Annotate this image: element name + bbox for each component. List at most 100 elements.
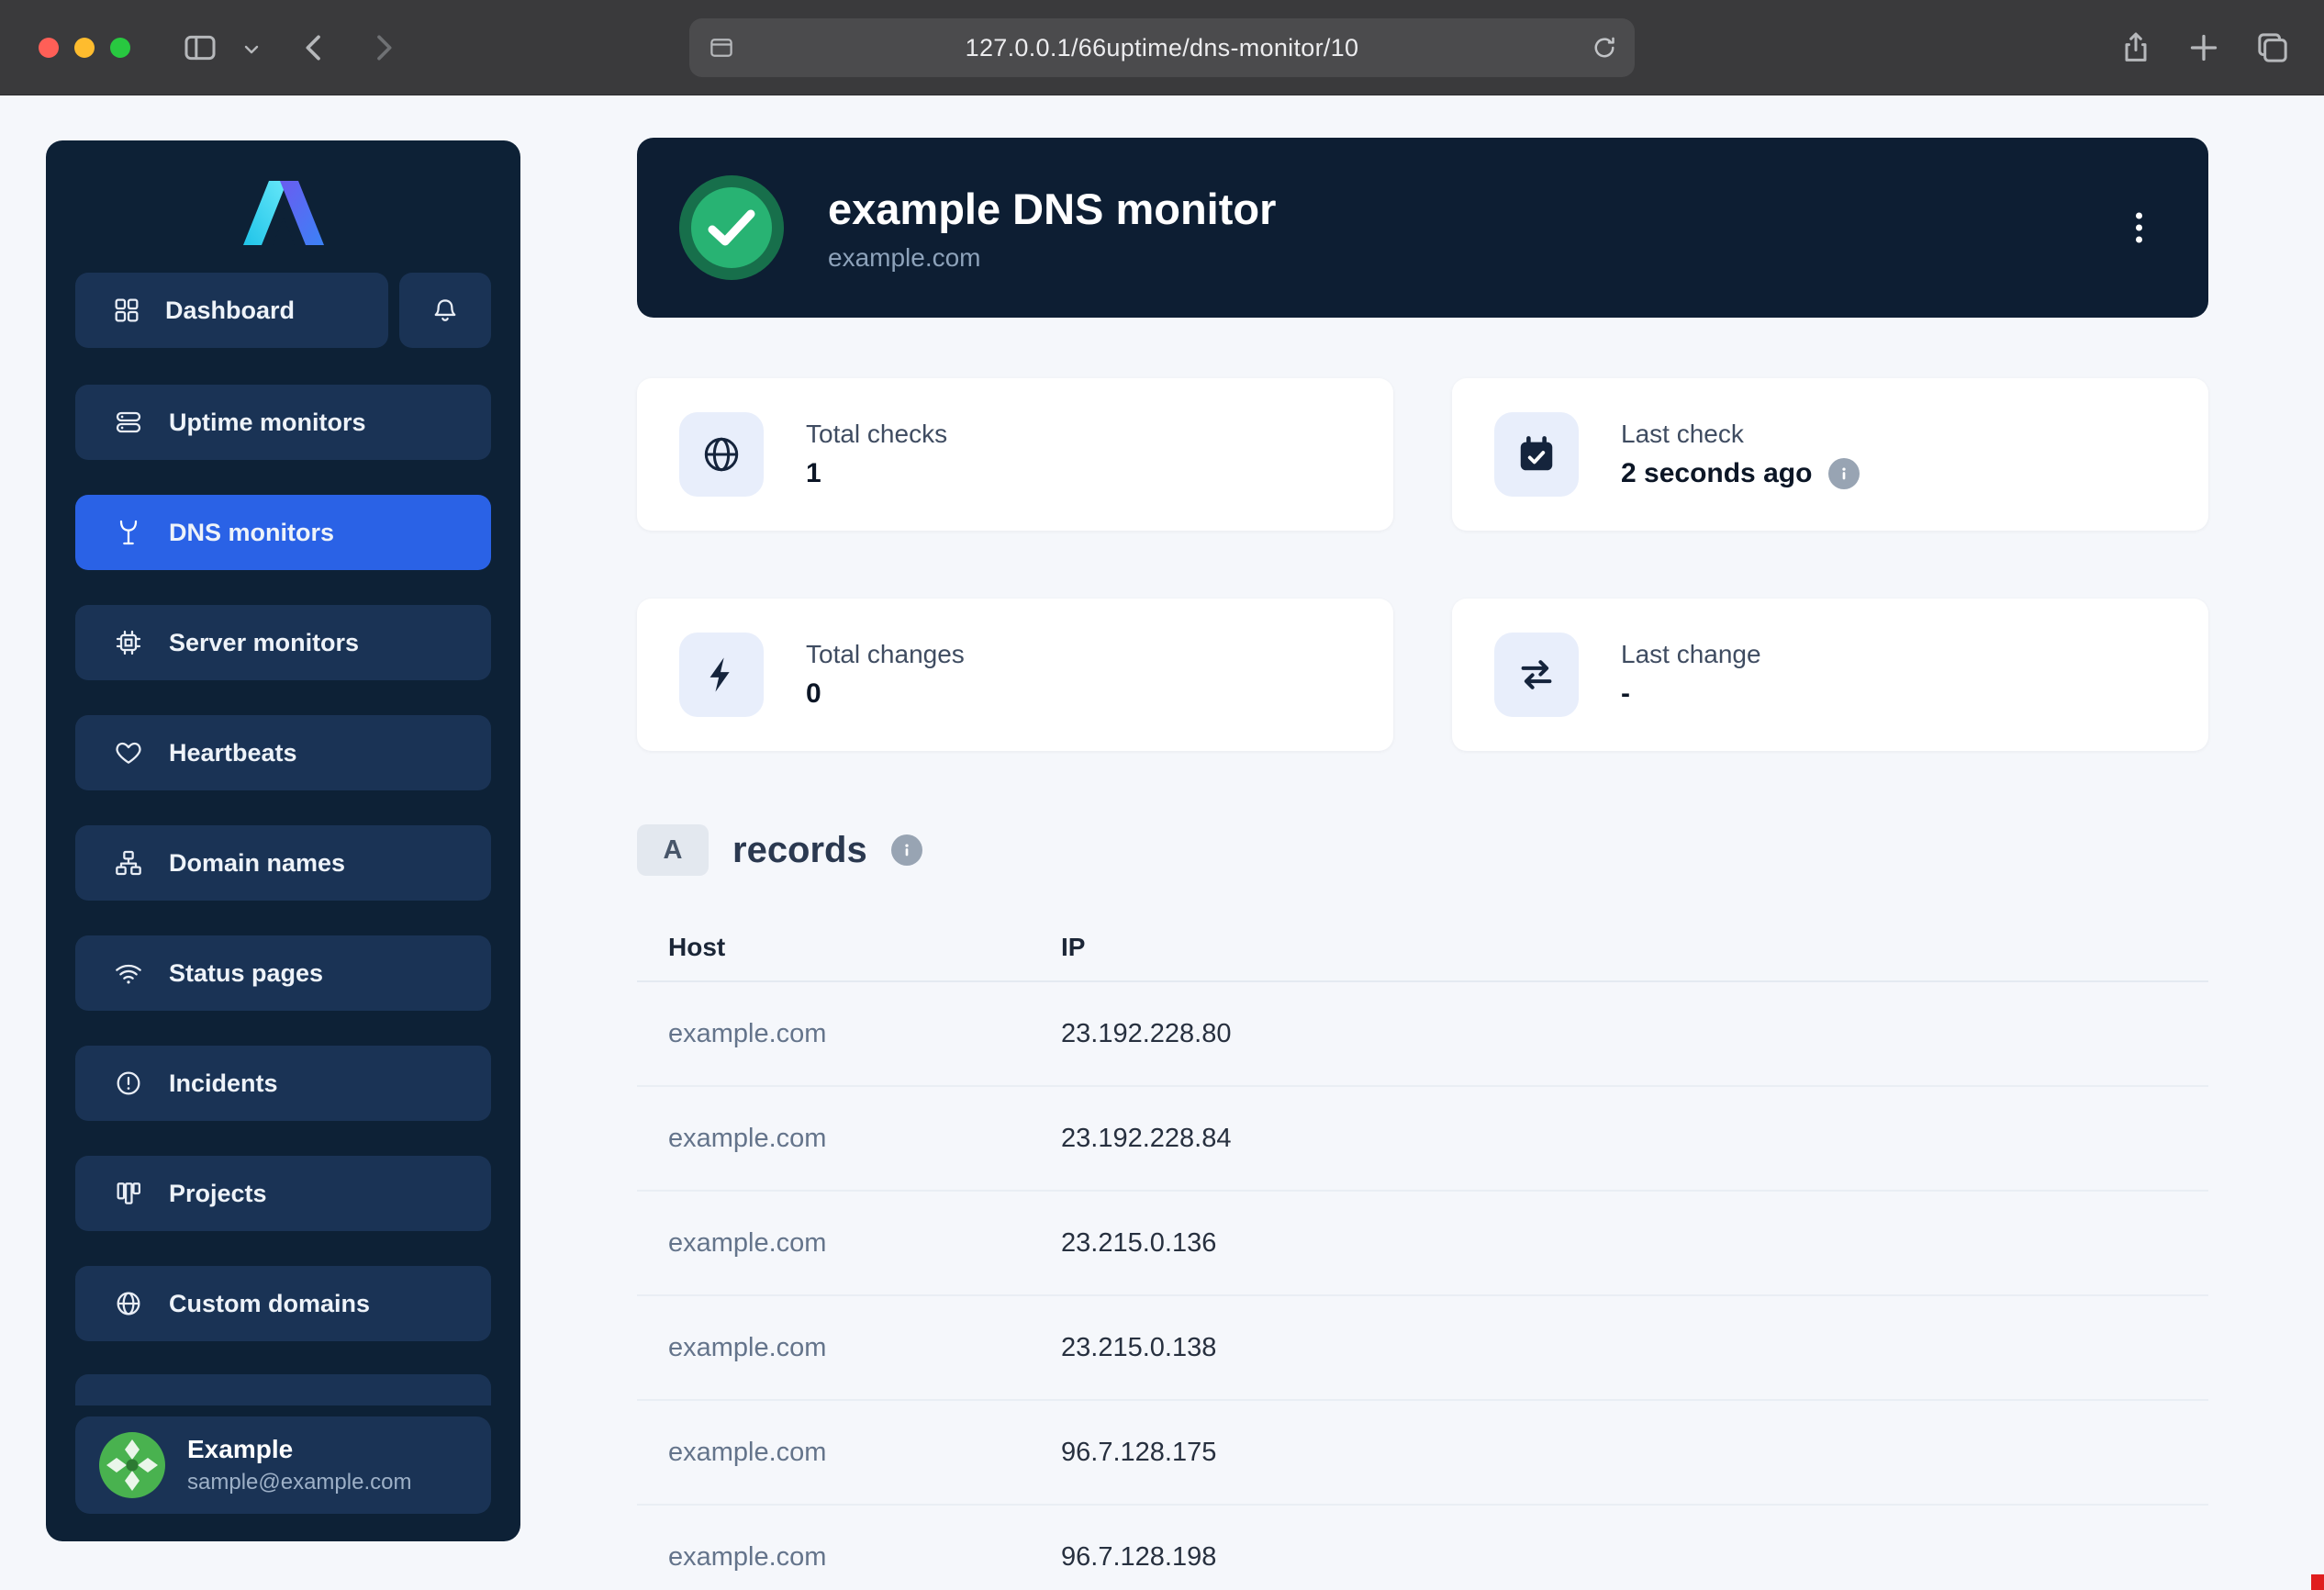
notifications-button[interactable]	[399, 273, 491, 348]
stat-label: Total changes	[806, 640, 965, 669]
sidebar-item-dns-monitors[interactable]: DNS monitors	[75, 495, 491, 570]
back-icon[interactable]	[296, 29, 332, 66]
zoom-button[interactable]	[110, 38, 130, 58]
user-card[interactable]: Example sample@example.com	[75, 1416, 491, 1514]
monitor-header-card: example DNS monitor example.com	[637, 138, 2208, 318]
sidebar-item-heartbeats[interactable]: Heartbeats	[75, 715, 491, 790]
user-email: sample@example.com	[187, 1470, 411, 1495]
kanban-icon	[114, 1179, 143, 1208]
globe-icon	[114, 1289, 143, 1318]
host-cell: example.com	[637, 1542, 1061, 1573]
share-icon[interactable]	[2117, 29, 2154, 66]
signal-icon	[114, 958, 143, 988]
sidebar-item-uptime-monitors[interactable]: Uptime monitors	[75, 385, 491, 460]
monitor-title-block: example DNS monitor example.com	[828, 184, 1276, 273]
cpu-icon	[114, 628, 143, 657]
url-text: 127.0.0.1/66uptime/dns-monitor/10	[966, 34, 1359, 62]
chevron-down-icon[interactable]	[240, 39, 263, 61]
forward-icon[interactable]	[365, 29, 402, 66]
stat-card-last-check: Last check 2 seconds ago	[1452, 378, 2208, 531]
stats-grid: Total checks 1 Last check 2 seconds ago	[637, 378, 2208, 751]
monitor-subtitle: example.com	[828, 243, 1276, 273]
sidebar-item-label: Heartbeats	[169, 739, 297, 767]
host-cell: example.com	[637, 1019, 1061, 1049]
close-button[interactable]	[39, 38, 59, 58]
sidebar-menu: Uptime monitors DNS monitors Server moni…	[75, 385, 491, 1341]
sidebar-item-server-monitors[interactable]: Server monitors	[75, 605, 491, 680]
reload-icon[interactable]	[1591, 34, 1618, 62]
sidebar-item-label: Uptime monitors	[169, 409, 366, 437]
heart-icon	[114, 738, 143, 767]
host-cell: example.com	[637, 1228, 1061, 1259]
sidebar-toggle-icon[interactable]	[182, 29, 218, 66]
records-header: A records	[637, 824, 922, 876]
table-row: example.com 23.215.0.136	[637, 1192, 2208, 1296]
info-icon[interactable]	[1828, 458, 1860, 489]
stat-card-total-checks: Total checks 1	[637, 378, 1393, 531]
monitor-title: example DNS monitor	[828, 184, 1276, 234]
records-title: records	[732, 830, 867, 871]
table-row: example.com 96.7.128.198	[637, 1506, 2208, 1590]
info-icon[interactable]	[891, 834, 922, 866]
sidebar: Dashboard Uptime monitors DNS monitors	[46, 140, 520, 1541]
record-type-badge: A	[637, 824, 709, 876]
sidebar-item-domain-names[interactable]: Domain names	[75, 825, 491, 901]
url-bar[interactable]: 127.0.0.1/66uptime/dns-monitor/10	[689, 18, 1635, 77]
minimize-button[interactable]	[74, 38, 95, 58]
sidebar-item-label: Custom domains	[169, 1290, 370, 1318]
sidebar-item-label: DNS monitors	[169, 519, 334, 547]
sidebar-item-label: Server monitors	[169, 629, 359, 657]
table-row: example.com 23.192.228.84	[637, 1087, 2208, 1192]
status-ok-icon	[676, 172, 788, 284]
alert-icon	[114, 1069, 143, 1098]
antenna-icon	[114, 518, 143, 547]
traffic-lights	[39, 38, 130, 58]
ip-cell: 23.192.228.84	[1061, 1124, 2208, 1154]
sidebar-item-label: Domain names	[169, 849, 345, 878]
bell-icon	[430, 296, 460, 325]
tab-overview-icon[interactable]	[2254, 29, 2291, 66]
stat-value: -	[1621, 678, 1761, 710]
column-header-ip: IP	[1061, 933, 2208, 962]
new-tab-icon[interactable]	[2185, 29, 2222, 66]
sidebar-item-projects[interactable]: Projects	[75, 1156, 491, 1231]
sidebar-item-label: Incidents	[169, 1069, 278, 1098]
calendar-check-icon	[1494, 412, 1579, 497]
stat-label: Last change	[1621, 640, 1761, 669]
stat-label: Total checks	[806, 420, 947, 449]
swap-arrows-icon	[1494, 633, 1579, 717]
stat-text: Last check 2 seconds ago	[1621, 420, 1860, 489]
sidebar-item-incidents[interactable]: Incidents	[75, 1046, 491, 1121]
stat-value: 1	[806, 458, 947, 489]
table-row: example.com 23.215.0.138	[637, 1296, 2208, 1401]
sidebar-item-custom-domains[interactable]: Custom domains	[75, 1266, 491, 1341]
dashboard-row: Dashboard	[75, 273, 491, 348]
stat-value: 0	[806, 678, 965, 710]
page-settings-icon[interactable]	[708, 34, 735, 62]
host-cell: example.com	[637, 1333, 1061, 1363]
globe-icon	[679, 412, 764, 497]
table-row: example.com 96.7.128.175	[637, 1401, 2208, 1506]
sitemap-icon	[114, 848, 143, 878]
bars-icon	[114, 408, 143, 437]
ip-cell: 23.215.0.138	[1061, 1333, 2208, 1363]
kebab-menu-button[interactable]	[2130, 202, 2148, 254]
bolt-icon	[679, 633, 764, 717]
sidebar-item-status-pages[interactable]: Status pages	[75, 935, 491, 1011]
grid-icon	[112, 296, 141, 325]
stat-text: Total changes 0	[806, 640, 965, 710]
stat-card-last-change: Last change -	[1452, 599, 2208, 751]
stat-text: Last change -	[1621, 640, 1761, 710]
a-records-table: Host IP example.com 23.192.228.80 exampl…	[637, 914, 2208, 1590]
stat-value: 2 seconds ago	[1621, 458, 1860, 489]
stat-label: Last check	[1621, 420, 1860, 449]
ip-cell: 96.7.128.198	[1061, 1542, 2208, 1573]
browser-chrome: 127.0.0.1/66uptime/dns-monitor/10	[0, 0, 2324, 95]
sidebar-item-label: Dashboard	[165, 297, 295, 325]
ip-cell: 23.215.0.136	[1061, 1228, 2208, 1259]
screen-corner-artifact	[2311, 1574, 2324, 1590]
table-header-row: Host IP	[637, 914, 2208, 982]
user-info: Example sample@example.com	[187, 1435, 411, 1495]
sidebar-item-label: Projects	[169, 1180, 267, 1208]
sidebar-item-dashboard[interactable]: Dashboard	[75, 273, 388, 348]
